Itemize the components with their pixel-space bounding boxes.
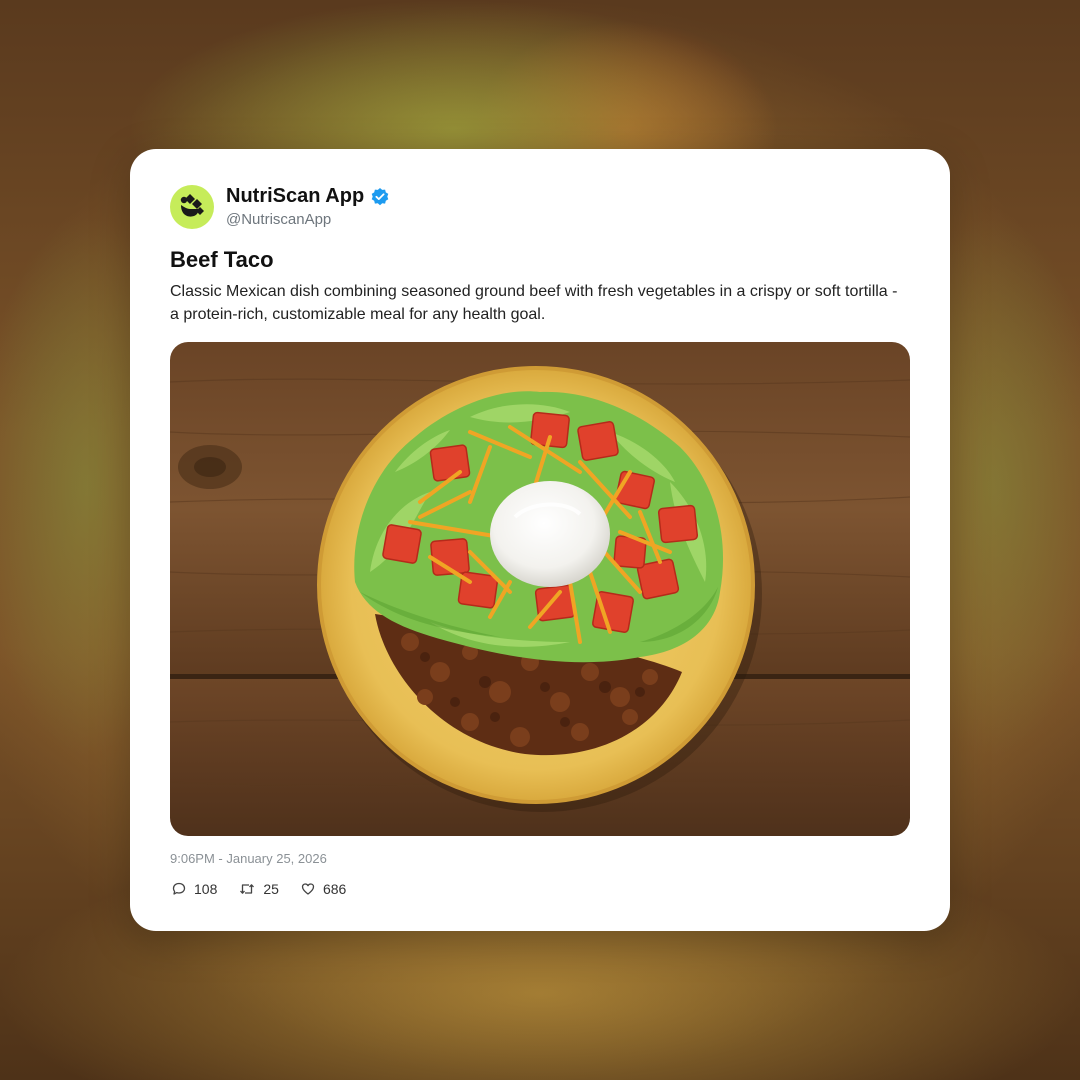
reply-count: 108 bbox=[194, 881, 218, 897]
heart-icon bbox=[301, 883, 315, 895]
verified-badge-icon bbox=[370, 187, 390, 207]
post-description: Classic Mexican dish combining seasoned … bbox=[170, 283, 898, 323]
post-card: NutriScan App @NutriscanApp Beef Taco Cl… bbox=[130, 149, 950, 931]
like-button[interactable]: 686 bbox=[301, 881, 346, 897]
repost-button[interactable]: 25 bbox=[239, 881, 279, 897]
like-count: 686 bbox=[322, 881, 347, 897]
beef-taco-photo bbox=[170, 342, 910, 836]
account-name-row: NutriScan App bbox=[226, 185, 390, 208]
post-title: Beef Taco bbox=[170, 247, 274, 272]
nutriscan-logo-icon bbox=[180, 194, 204, 217]
repost-count: 25 bbox=[263, 881, 279, 897]
post-image[interactable] bbox=[170, 342, 910, 836]
repost-icon bbox=[240, 884, 255, 894]
account-name[interactable]: NutriScan App bbox=[226, 185, 364, 208]
account-handle[interactable]: @NutriscanApp bbox=[226, 211, 331, 228]
engagement-bar: 108 25 686 bbox=[172, 881, 368, 897]
reply-button[interactable]: 108 bbox=[172, 881, 217, 897]
avatar[interactable] bbox=[170, 185, 214, 229]
post-timestamp: 9:06PM - January 25, 2026 bbox=[170, 851, 327, 866]
comment-icon bbox=[172, 882, 186, 895]
